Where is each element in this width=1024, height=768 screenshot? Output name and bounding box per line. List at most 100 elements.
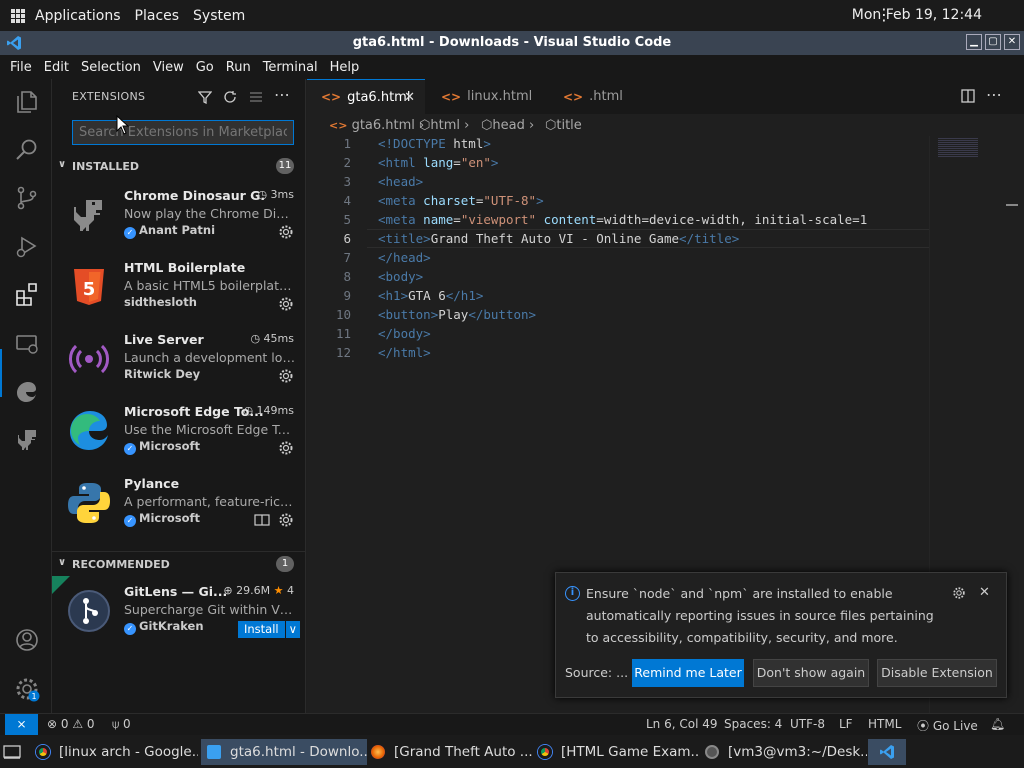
code-line[interactable]: <h1>GTA 6</h1> [378, 288, 483, 303]
menu-run[interactable]: Run [226, 60, 251, 75]
tab-html[interactable]: <> .html [545, 79, 665, 114]
problems-status[interactable]: ⊗ 0 ⚠ 0 [47, 717, 95, 731]
installed-count-badge: 11 [276, 158, 294, 174]
taskbar-item-terminal[interactable]: [vm3@vm3:~/Desk... [699, 739, 867, 765]
extension-item-pylance[interactable]: Pylance A performant, feature-rich langu… [52, 468, 306, 540]
menu-terminal[interactable]: Terminal [263, 60, 318, 75]
line-number: 7 [343, 250, 351, 265]
minimize-icon[interactable]: ▁ [966, 34, 982, 50]
taskbar-item-firefox[interactable]: [Grand Theft Auto ... [365, 739, 533, 765]
indentation-status[interactable]: Spaces: 4 [724, 717, 782, 731]
refresh-icon[interactable] [223, 90, 237, 104]
accounts-icon[interactable] [14, 627, 40, 653]
code-line[interactable]: <head> [378, 174, 423, 189]
install-button[interactable]: Install [238, 621, 285, 638]
app-grid-icon[interactable] [11, 8, 25, 23]
code-line[interactable]: <title>Grand Theft Auto VI - Online Game… [378, 231, 739, 246]
remote-indicator-icon[interactable]: ⨯ [5, 714, 38, 735]
install-dropdown-icon[interactable]: ∨ [285, 621, 301, 638]
taskbar-item-chrome-html-game[interactable]: [HTML Game Exam... [532, 739, 700, 765]
remind-later-button[interactable]: Remind me Later [632, 659, 744, 687]
more-actions-icon[interactable]: ⋯ [986, 85, 1002, 104]
extension-search-input[interactable] [72, 120, 294, 145]
code-line[interactable]: </html> [378, 345, 431, 360]
clock-icon: ◷ [257, 188, 268, 201]
code-line[interactable]: <button>Play</button> [378, 307, 536, 322]
disable-extension-button[interactable]: Disable Extension [877, 659, 997, 687]
extension-item-live-server[interactable]: Live Server ◷ 45ms Launch a development … [52, 324, 306, 396]
maximize-icon[interactable]: ▢ [985, 34, 1001, 50]
system-menu[interactable]: System [193, 8, 245, 24]
menu-file[interactable]: File [10, 60, 32, 75]
cursor-position[interactable]: Ln 6, Col 49 [646, 717, 718, 731]
eol-status[interactable]: LF [839, 717, 853, 731]
extensions-icon[interactable] [14, 281, 40, 307]
more-actions-icon[interactable]: ⋯ [274, 85, 290, 104]
menu-help[interactable]: Help [330, 60, 360, 75]
taskbar-item-vscode[interactable]: gta6.html - Downlo... [201, 739, 367, 765]
close-notification-icon[interactable]: ✕ [979, 585, 990, 600]
notification-source: Source: ... [565, 665, 629, 680]
verified-icon: ✓ [124, 623, 136, 635]
go-live-button[interactable]: ⦿ Go Live [917, 717, 978, 734]
search-icon[interactable] [14, 137, 40, 163]
menu-selection[interactable]: Selection [81, 60, 141, 75]
tab-gta6-html[interactable]: <> gta6.html ✕ [307, 79, 425, 114]
installed-section-header[interactable]: ∨ INSTALLED 11 [52, 155, 306, 177]
manage-gear-icon[interactable] [278, 368, 294, 384]
extension-item-html-boilerplate[interactable]: 5 HTML Boilerplate A basic HTML5 boilerp… [52, 252, 306, 324]
html-file-icon: <> [321, 90, 342, 104]
applications-menu[interactable]: Applications [35, 8, 121, 24]
line-number: 11 [335, 326, 351, 341]
code-line[interactable]: <html lang="en"> [378, 155, 498, 170]
clock[interactable]: Mon Feb 19, 12:44 [852, 7, 982, 23]
code-line[interactable]: <meta name="viewport" content=width=devi… [378, 212, 867, 227]
manage-gear-icon[interactable] [278, 296, 294, 312]
language-mode[interactable]: HTML [868, 717, 901, 731]
source-control-icon[interactable] [14, 185, 40, 211]
show-desktop-icon[interactable] [3, 745, 21, 759]
tab-linux-html[interactable]: <> linux.html [425, 79, 545, 114]
run-debug-icon[interactable] [14, 233, 40, 259]
manage-gear-icon[interactable]: 1 [14, 676, 40, 702]
code-line[interactable]: <!DOCTYPE html> [378, 136, 491, 151]
taskbar-item-vscode-pinned[interactable] [868, 739, 906, 765]
element-icon: ⬡ [545, 118, 557, 133]
extension-item-edge-tools[interactable]: Microsoft Edge To... ◷ 149ms Use the Mic… [52, 396, 306, 468]
gitlens-logo-icon [68, 590, 110, 632]
recommended-section-header[interactable]: ∨ RECOMMENDED 1 [52, 553, 306, 575]
extension-item-chrome-dinosaur[interactable]: Chrome Dinosaur G... ◷ 3ms Now play the … [52, 180, 306, 252]
dinosaur-icon[interactable] [14, 427, 40, 453]
manage-gear-icon[interactable] [278, 440, 294, 456]
ports-status[interactable]: ⍦ 0 [112, 717, 131, 732]
notification-gear-icon[interactable] [952, 586, 966, 600]
split-editor-icon[interactable] [961, 89, 975, 103]
dont-show-again-button[interactable]: Don't show again [753, 659, 869, 687]
code-line[interactable]: <meta charset="UTF-8"> [378, 193, 544, 208]
close-icon[interactable]: ✕ [1004, 34, 1020, 50]
breadcrumb: <> gta6.html › ⬡html › ⬡head › ⬡title [307, 114, 1024, 136]
code-line[interactable]: </head> [378, 250, 431, 265]
code-line[interactable]: </body> [378, 326, 431, 341]
chrome-icon [36, 745, 50, 759]
split-view-icon[interactable] [254, 514, 270, 526]
verified-icon: ✓ [124, 443, 136, 455]
menu-edit[interactable]: Edit [44, 60, 69, 75]
code-line[interactable]: <body> [378, 269, 423, 284]
filter-icon[interactable] [198, 90, 212, 104]
places-menu[interactable]: Places [135, 8, 180, 24]
manage-gear-icon[interactable] [278, 512, 294, 528]
clear-icon[interactable] [249, 90, 263, 104]
notifications-bell-icon[interactable]: 🔔︎ [990, 717, 1005, 731]
close-tab-icon[interactable]: ✕ [404, 90, 415, 105]
explorer-icon[interactable] [14, 89, 40, 115]
element-icon: ⬡ [419, 118, 431, 133]
taskbar-item-chrome-linux[interactable]: [linux arch - Google... [30, 739, 198, 765]
menu-view[interactable]: View [153, 60, 184, 75]
manage-gear-icon[interactable] [278, 224, 294, 240]
edge-tools-icon[interactable] [14, 379, 40, 405]
remote-explorer-icon[interactable] [14, 331, 40, 357]
encoding-status[interactable]: UTF-8 [790, 717, 825, 731]
menu-go[interactable]: Go [196, 60, 214, 75]
scroll-indicator [1006, 204, 1018, 206]
